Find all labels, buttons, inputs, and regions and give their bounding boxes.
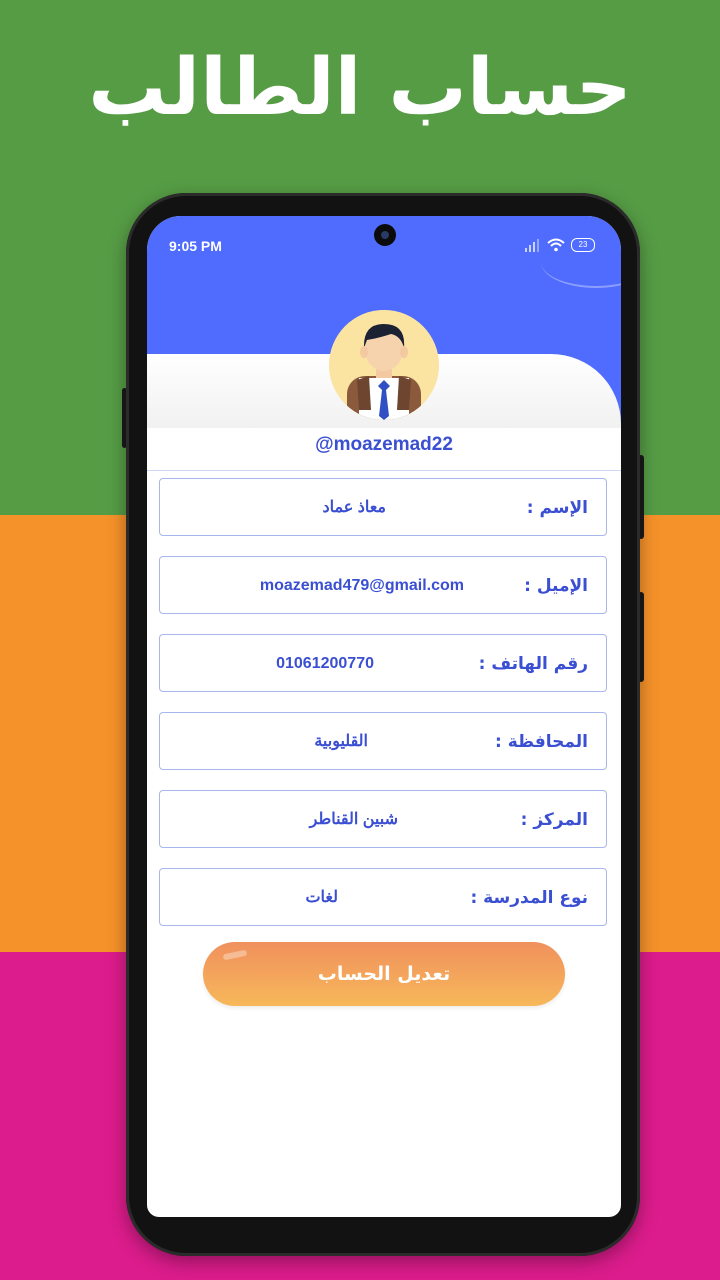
field-name-label: الإسم : xyxy=(526,498,588,518)
status-time: 9:05 PM xyxy=(169,238,222,254)
field-email-value: moazemad479@gmail.com xyxy=(259,577,464,594)
battery-icon: 23 xyxy=(571,238,595,252)
field-name-value: معاذ عماد xyxy=(322,499,386,516)
promo-title: حساب الطالب xyxy=(88,43,632,133)
student-avatar-icon xyxy=(329,310,439,420)
avatar[interactable] xyxy=(329,310,439,420)
field-phone-value: 01061200770 xyxy=(276,655,374,672)
profile-username: @moazemad22 xyxy=(315,434,453,455)
front-camera xyxy=(374,224,396,246)
signal-icon xyxy=(525,238,541,252)
field-school-type-label: نوع المدرسة : xyxy=(470,888,588,908)
field-phone-label: رقم الهاتف : xyxy=(478,654,588,674)
field-school-type: نوع المدرسة : لغات xyxy=(159,868,607,926)
field-school-type-value: لغات xyxy=(305,889,338,906)
field-email-label: الإميل : xyxy=(524,576,588,596)
field-name: الإسم : معاذ عماد xyxy=(159,478,607,536)
field-governorate-label: المحافظة : xyxy=(495,732,588,752)
field-phone: رقم الهاتف : 01061200770 xyxy=(159,634,607,692)
status-icons: 23 xyxy=(525,238,595,252)
field-email: الإميل : moazemad479@gmail.com xyxy=(159,556,607,614)
field-governorate-value: القليوبية xyxy=(314,733,368,750)
wifi-icon xyxy=(547,238,565,252)
field-center: المركز : شبين القناطر xyxy=(159,790,607,848)
field-center-value: شبين القناطر xyxy=(309,811,398,828)
phone-screen: 9:05 PM 23 @moazemad22 الإسم : معاذ عماد… xyxy=(147,216,621,1217)
header-divider xyxy=(147,470,621,471)
field-governorate: المحافظة : القليوبية xyxy=(159,712,607,770)
field-center-label: المركز : xyxy=(520,810,588,830)
edit-account-button[interactable]: تعديل الحساب xyxy=(203,942,565,1006)
